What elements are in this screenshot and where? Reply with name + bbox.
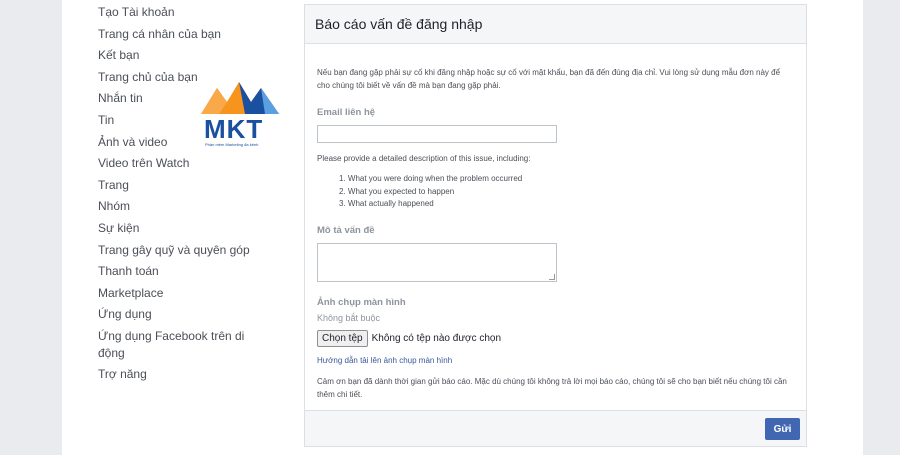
- step-item: 2. What you expected to happen: [339, 186, 455, 196]
- mkt-logo: MKT Phần mềm Marketing đa kênh: [199, 78, 281, 150]
- sidebar-item-accessibility[interactable]: Trợ năng: [98, 364, 268, 386]
- description-prompt: Please provide a detailed description of…: [317, 154, 531, 163]
- logo-text: MKT: [204, 114, 264, 144]
- sidebar-item-fundraisers[interactable]: Trang gây quỹ và quyên góp: [98, 240, 268, 262]
- sidebar-item-marketplace[interactable]: Marketplace: [98, 283, 268, 305]
- sidebar-item-events[interactable]: Sự kiện: [98, 218, 268, 240]
- description-textarea[interactable]: [317, 242, 557, 282]
- sidebar-item-mobile-apps[interactable]: Ứng dụng Facebook trên di động: [98, 326, 268, 364]
- sidebar-item-watch[interactable]: Video trên Watch: [98, 153, 268, 175]
- form-intro: Nếu bạn đang gặp phải sự cố khi đăng nhậ…: [317, 68, 781, 90]
- help-sidebar: Tạo Tài khoản Trang cá nhân của bạn Kết …: [98, 2, 268, 386]
- screenshot-help-link[interactable]: Hướng dẫn tải lên ảnh chụp màn hình: [317, 356, 794, 365]
- sidebar-item-pages[interactable]: Trang: [98, 175, 268, 197]
- sidebar-item-friends[interactable]: Kết bạn: [98, 45, 268, 67]
- login-issue-form: Báo cáo vấn đề đăng nhập Nếu bạn đang gặ…: [304, 4, 807, 447]
- file-status: Không có tệp nào được chọn: [371, 332, 502, 344]
- sidebar-item-groups[interactable]: Nhóm: [98, 196, 268, 218]
- description-steps: 1. What you were doing when the problem …: [317, 173, 794, 211]
- sidebar-item-apps[interactable]: Ứng dụng: [98, 304, 268, 326]
- screenshot-label: Ảnh chụp màn hình: [317, 296, 406, 308]
- step-item: 1. What you were doing when the problem …: [339, 174, 523, 183]
- description-label: Mô tả vấn đề: [317, 224, 375, 236]
- step-item: 3. What actually happened: [339, 199, 434, 208]
- logo-subtitle: Phần mềm Marketing đa kênh: [205, 142, 259, 147]
- page-container: Tạo Tài khoản Trang cá nhân của bạn Kết …: [62, 0, 863, 455]
- thanks-note: Cảm ơn bạn đã dành thời gian gửi báo cáo…: [317, 376, 787, 399]
- mkt-logo-mountains-icon: [201, 82, 279, 114]
- email-label: Email liên hệ: [317, 107, 376, 118]
- email-field[interactable]: [317, 125, 557, 143]
- submit-button[interactable]: Gửi: [765, 418, 800, 440]
- choose-file-button[interactable]: Chọn tệp: [317, 329, 368, 347]
- resize-grip-icon[interactable]: [549, 273, 555, 280]
- sidebar-item-create-account[interactable]: Tạo Tài khoản: [98, 2, 268, 24]
- form-footer: Gửi: [305, 410, 806, 446]
- file-upload-row: Chọn tệp Không có tệp nào được chọn: [317, 329, 794, 347]
- optional-label: Không bắt buộc: [317, 312, 381, 323]
- sidebar-item-profile[interactable]: Trang cá nhân của bạn: [98, 24, 268, 46]
- form-body: Nếu bạn đang gặp phải sự cố khi đăng nhậ…: [305, 44, 806, 401]
- form-title: Báo cáo vấn đề đăng nhập: [305, 5, 806, 44]
- sidebar-item-payments[interactable]: Thanh toán: [98, 261, 268, 283]
